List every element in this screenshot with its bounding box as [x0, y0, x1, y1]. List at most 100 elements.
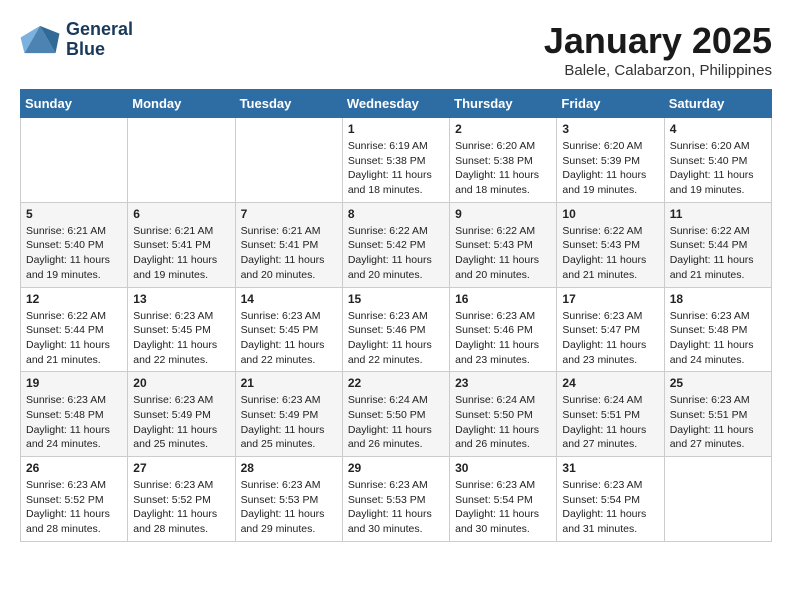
day-info: Sunrise: 6:20 AM Sunset: 5:38 PM Dayligh… — [455, 139, 551, 198]
calendar-cell: 4Sunrise: 6:20 AM Sunset: 5:40 PM Daylig… — [664, 118, 771, 203]
calendar-cell: 13Sunrise: 6:23 AM Sunset: 5:45 PM Dayli… — [128, 287, 235, 372]
calendar-cell: 16 Sunrise: 6:23 AM Sunset: 5:46 PM Dayli… — [450, 287, 557, 372]
day-info: Sunrise: 6:24 AM Sunset: 5:50 PM Dayligh… — [455, 393, 551, 452]
logo: General Blue — [20, 20, 133, 60]
calendar-cell: 30 Sunrise: 6:23 AM Sunset: 5:54 PM Dayli… — [450, 457, 557, 542]
day-number: 1 — [348, 122, 444, 136]
weekday-header-monday: Monday — [128, 90, 235, 118]
day-info: Sunrise: 6:23 AM Sunset: 5:46 PM Dayligh… — [455, 309, 551, 368]
calendar-cell: 24 Sunrise: 6:24 AM Sunset: 5:51 PM Dayli… — [557, 372, 664, 457]
day-number: 25 — [670, 376, 766, 390]
calendar-cell: 26 Sunrise: 6:23 AM Sunset: 5:52 PM Dayli… — [21, 457, 128, 542]
calendar-cell: 31 Sunrise: 6:23 AM Sunset: 5:54 PM Dayli… — [557, 457, 664, 542]
day-number: 2 — [455, 122, 551, 136]
day-number: 26 — [26, 461, 122, 475]
calendar-cell — [128, 118, 235, 203]
weekday-header-friday: Friday — [557, 90, 664, 118]
day-info: Sunrise: 6:21 AM Sunset: 5:41 PM Dayligh… — [241, 224, 337, 283]
logo-bird-icon — [20, 22, 60, 57]
calendar-cell: 5 Sunrise: 6:21 AM Sunset: 5:40 PM Daylig… — [21, 202, 128, 287]
day-number: 27 — [133, 461, 229, 475]
calendar-week-3: 12Sunrise: 6:22 AM Sunset: 5:44 PM Dayli… — [21, 287, 772, 372]
day-info: Sunrise: 6:23 AM Sunset: 5:46 PM Dayligh… — [348, 309, 444, 368]
day-number: 24 — [562, 376, 658, 390]
weekday-header-row: SundayMondayTuesdayWednesdayThursdayFrid… — [21, 90, 772, 118]
calendar-cell: 14Sunrise: 6:23 AM Sunset: 5:45 PM Dayli… — [235, 287, 342, 372]
logo-text: General Blue — [66, 20, 133, 60]
calendar-week-1: 1 Sunrise: 6:19 AM Sunset: 5:38 PM Daylig… — [21, 118, 772, 203]
calendar-cell: 15Sunrise: 6:23 AM Sunset: 5:46 PM Dayli… — [342, 287, 449, 372]
day-number: 13 — [133, 292, 229, 306]
weekday-header-tuesday: Tuesday — [235, 90, 342, 118]
calendar-cell: 25 Sunrise: 6:23 AM Sunset: 5:51 PM Dayli… — [664, 372, 771, 457]
day-number: 29 — [348, 461, 444, 475]
calendar-cell: 3 Sunrise: 6:20 AM Sunset: 5:39 PM Daylig… — [557, 118, 664, 203]
calendar-cell: 10 Sunrise: 6:22 AM Sunset: 5:43 PM Dayli… — [557, 202, 664, 287]
day-info: Sunrise: 6:23 AM Sunset: 5:45 PM Dayligh… — [241, 309, 337, 368]
day-number: 8 — [348, 207, 444, 221]
calendar-week-2: 5 Sunrise: 6:21 AM Sunset: 5:40 PM Daylig… — [21, 202, 772, 287]
weekday-header-saturday: Saturday — [664, 90, 771, 118]
title-block: January 2025 Balele, Calabarzon, Philipp… — [544, 20, 772, 79]
day-number: 22 — [348, 376, 444, 390]
day-number: 4 — [670, 122, 766, 136]
day-info: Sunrise: 6:20 AM Sunset: 5:39 PM Dayligh… — [562, 139, 658, 198]
day-info: Sunrise: 6:22 AM Sunset: 5:43 PM Dayligh… — [562, 224, 658, 283]
calendar-cell: 8 Sunrise: 6:22 AM Sunset: 5:42 PM Daylig… — [342, 202, 449, 287]
day-info: Sunrise: 6:23 AM Sunset: 5:52 PM Dayligh… — [133, 478, 229, 537]
day-info: Sunrise: 6:23 AM Sunset: 5:49 PM Dayligh… — [241, 393, 337, 452]
day-number: 23 — [455, 376, 551, 390]
day-info: Sunrise: 6:23 AM Sunset: 5:47 PM Dayligh… — [562, 309, 658, 368]
calendar-cell: 17 Sunrise: 6:23 AM Sunset: 5:47 PM Dayli… — [557, 287, 664, 372]
calendar-cell: 1 Sunrise: 6:19 AM Sunset: 5:38 PM Daylig… — [342, 118, 449, 203]
calendar-cell: 22 Sunrise: 6:24 AM Sunset: 5:50 PM Dayli… — [342, 372, 449, 457]
day-info: Sunrise: 6:22 AM Sunset: 5:44 PM Dayligh… — [670, 224, 766, 283]
calendar-cell: 12Sunrise: 6:22 AM Sunset: 5:44 PM Dayli… — [21, 287, 128, 372]
day-number: 31 — [562, 461, 658, 475]
day-info: Sunrise: 6:22 AM Sunset: 5:42 PM Dayligh… — [348, 224, 444, 283]
day-number: 5 — [26, 207, 122, 221]
day-info: Sunrise: 6:23 AM Sunset: 5:51 PM Dayligh… — [670, 393, 766, 452]
day-info: Sunrise: 6:23 AM Sunset: 5:53 PM Dayligh… — [348, 478, 444, 537]
calendar-cell: 23 Sunrise: 6:24 AM Sunset: 5:50 PM Dayli… — [450, 372, 557, 457]
day-info: Sunrise: 6:23 AM Sunset: 5:54 PM Dayligh… — [455, 478, 551, 537]
weekday-header-thursday: Thursday — [450, 90, 557, 118]
calendar-week-4: 19 Sunrise: 6:23 AM Sunset: 5:48 PM Dayli… — [21, 372, 772, 457]
calendar-cell: 11 Sunrise: 6:22 AM Sunset: 5:44 PM Dayli… — [664, 202, 771, 287]
calendar-cell: 18Sunrise: 6:23 AM Sunset: 5:48 PM Dayli… — [664, 287, 771, 372]
day-number: 9 — [455, 207, 551, 221]
calendar-cell: 29 Sunrise: 6:23 AM Sunset: 5:53 PM Dayli… — [342, 457, 449, 542]
day-info: Sunrise: 6:23 AM Sunset: 5:52 PM Dayligh… — [26, 478, 122, 537]
calendar-cell — [664, 457, 771, 542]
weekday-header-sunday: Sunday — [21, 90, 128, 118]
day-number: 6 — [133, 207, 229, 221]
day-info: Sunrise: 6:24 AM Sunset: 5:51 PM Dayligh… — [562, 393, 658, 452]
calendar-cell: 28Sunrise: 6:23 AM Sunset: 5:53 PM Dayli… — [235, 457, 342, 542]
day-number: 10 — [562, 207, 658, 221]
day-number: 17 — [562, 292, 658, 306]
day-number: 19 — [26, 376, 122, 390]
calendar-week-5: 26 Sunrise: 6:23 AM Sunset: 5:52 PM Dayli… — [21, 457, 772, 542]
day-number: 21 — [241, 376, 337, 390]
day-number: 28 — [241, 461, 337, 475]
day-number: 30 — [455, 461, 551, 475]
day-info: Sunrise: 6:21 AM Sunset: 5:40 PM Dayligh… — [26, 224, 122, 283]
calendar-cell: 7 Sunrise: 6:21 AM Sunset: 5:41 PM Daylig… — [235, 202, 342, 287]
day-info: Sunrise: 6:24 AM Sunset: 5:50 PM Dayligh… — [348, 393, 444, 452]
day-number: 3 — [562, 122, 658, 136]
day-info: Sunrise: 6:19 AM Sunset: 5:38 PM Dayligh… — [348, 139, 444, 198]
day-info: Sunrise: 6:22 AM Sunset: 5:43 PM Dayligh… — [455, 224, 551, 283]
day-info: Sunrise: 6:23 AM Sunset: 5:48 PM Dayligh… — [26, 393, 122, 452]
day-number: 7 — [241, 207, 337, 221]
calendar-table: SundayMondayTuesdayWednesdayThursdayFrid… — [20, 89, 772, 542]
page-header: General Blue January 2025 Balele, Calaba… — [20, 20, 772, 79]
calendar-cell: 20Sunrise: 6:23 AM Sunset: 5:49 PM Dayli… — [128, 372, 235, 457]
calendar-cell: 27 Sunrise: 6:23 AM Sunset: 5:52 PM Dayli… — [128, 457, 235, 542]
calendar-cell — [21, 118, 128, 203]
day-info: Sunrise: 6:23 AM Sunset: 5:54 PM Dayligh… — [562, 478, 658, 537]
day-info: Sunrise: 6:22 AM Sunset: 5:44 PM Dayligh… — [26, 309, 122, 368]
day-number: 11 — [670, 207, 766, 221]
weekday-header-wednesday: Wednesday — [342, 90, 449, 118]
day-number: 16 — [455, 292, 551, 306]
calendar-cell: 21 Sunrise: 6:23 AM Sunset: 5:49 PM Dayli… — [235, 372, 342, 457]
